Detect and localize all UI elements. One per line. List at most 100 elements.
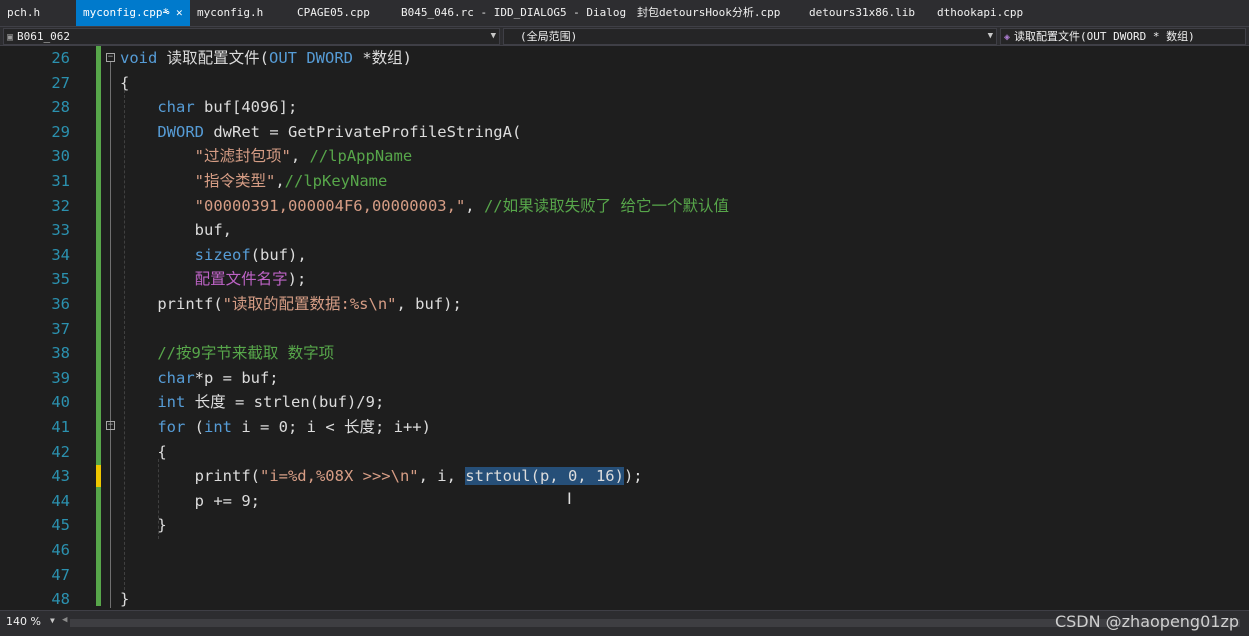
code-token: DWORD [157,122,204,141]
tab-label: B045_046.rc - IDD_DIALOG5 - Dialog [401,6,627,19]
code-token: char [157,98,195,117]
tab-detours-lib[interactable]: detours31x86.lib [802,0,930,26]
code-token: "指令类型" [194,172,276,190]
code-token: printf( [120,467,260,486]
navigation-bar: ▣ B061_062 ▼ (全局范围) ▼ ◈ 读取配置文件(OUT DWORD *… [0,26,1249,46]
line-number: 35 [51,270,70,289]
code-token: //lpKeyName [284,172,388,190]
code-token: 长度 = strlen(buf)/9; [185,393,385,412]
project-dropdown[interactable]: ▣ B061_062 ▼ [3,28,500,45]
code-token: int [157,393,186,412]
code-token: for [157,418,186,436]
code-line[interactable]: int 长度 = strlen(buf)/9; [120,390,384,415]
code-line[interactable]: "指令类型",//lpKeyName [120,169,388,194]
code-token: "过滤封包项" [194,147,291,166]
code-editor[interactable]: − − 26 void 读取配置文件(OUT DWORD *数组) 27 {28 ch… [0,46,1249,610]
scope-dropdown[interactable]: (全局范围) ▼ [503,28,997,45]
fold-toggle-icon[interactable]: − [106,53,115,62]
code-token: p += 9; [120,491,260,510]
code-line[interactable]: printf("读取的配置数据:%s\n", buf); [120,292,462,317]
line-number: 45 [51,516,70,535]
change-indicator-unsaved [96,465,101,487]
fold-range-line [110,62,111,608]
code-line[interactable]: } [120,587,129,610]
code-line[interactable]: p += 9; [120,489,260,514]
code-token: "i=%d,%08X >>>\n" [259,467,419,486]
code-token: , i, [418,467,466,486]
code-line[interactable]: "00000391,000004F6,00000003,", //如果读取失败了… [120,194,729,219]
code-token: buf, [120,221,232,240]
code-line[interactable]: printf("i=%d,%08X >>>\n", i, strtoul(p, … [120,464,643,489]
tab-label: myconfig.h [197,6,264,19]
zoom-level[interactable]: 140 % [6,615,41,628]
code-line[interactable]: void 读取配置文件(OUT DWORD *数组) [120,46,412,71]
code-token: , [290,147,310,166]
line-number: 46 [51,541,70,559]
code-line[interactable]: { [120,440,166,465]
code-token: char [157,368,195,387]
code-line[interactable]: char*p = buf; [120,366,278,391]
code-token: OUT [269,49,297,67]
chevron-down-icon: ▼ [987,31,993,41]
fold-toggle-icon[interactable]: − [106,421,115,430]
code-token: sizeof [194,245,251,264]
close-icon[interactable]: ✕ [176,0,183,26]
line-number: 28 [51,98,70,117]
pin-icon[interactable]: ⊸ [163,0,170,26]
code-token: "00000391,000004F6,00000003," [194,196,466,215]
selected-text: strtoul(p, 0, 16) [465,467,624,486]
tab-pch-h[interactable]: pch.h [0,0,76,26]
code-line[interactable]: char buf[4096]; [120,95,297,120]
tab-label: myconfig.cpp* [83,6,170,19]
code-token: ); [623,467,643,486]
project-icon: ▣ [7,32,14,43]
line-number: 27 [51,73,70,92]
tab-dthookapi-cpp[interactable]: dthookapi.cpp [930,0,1050,26]
line-number: 37 [51,319,70,338]
code-token: DWORD [306,49,354,67]
tab-b045-rc-dialog[interactable]: B045_046.rc - IDD_DIALOG5 - Dialog [394,0,630,26]
code-token: 配置文件名字 [194,270,288,289]
code-token: } [120,590,130,609]
code-token: //如果读取失败了 给它一个默认值 [483,196,729,215]
line-number: 44 [51,491,70,510]
code-token: //lpAppName [309,147,413,166]
code-line[interactable]: buf, [120,218,232,243]
code-token: 读取配置文件( [157,49,269,67]
tab-myconfig-h[interactable]: myconfig.h [190,0,290,26]
code-token: , [275,172,285,190]
line-number: 33 [51,221,70,240]
code-line[interactable]: sizeof(buf), [120,243,307,268]
code-line[interactable]: } [120,513,166,538]
tab-detourshook-cpp[interactable]: 封包detoursHook分析.cpp [630,0,802,26]
code-token: dwRet = GetPrivateProfileStringA( [204,122,522,141]
line-number: 48 [51,590,70,609]
code-line[interactable]: { [120,71,129,96]
member-dropdown[interactable]: ◈ 读取配置文件(OUT DWORD * 数组) [1000,28,1246,45]
project-label: B061_062 [17,30,71,43]
tab-cpage05-cpp[interactable]: CPAGE05.cpp [290,0,394,26]
code-line[interactable]: DWORD dwRet = GetPrivateProfileStringA( [120,120,521,145]
code-token: , buf); [396,295,462,313]
code-line[interactable]: "过滤封包项", //lpAppName [120,144,413,169]
code-token: buf[4096]; [194,98,298,117]
code-line[interactable]: for (int i = 0; i < 长度; i++) [120,415,431,440]
scroll-left-icon[interactable]: ◀ [62,615,67,625]
line-number: 32 [51,196,70,215]
chevron-down-icon[interactable]: ▼ [50,616,55,625]
document-tab-strip: pch.h myconfig.cpp* ⊸ ✕ myconfig.h CPAGE… [0,0,1249,26]
tab-myconfig-cpp[interactable]: myconfig.cpp* ⊸ ✕ [76,0,190,26]
line-number: 30 [51,147,70,166]
code-token: void [120,49,158,67]
line-number: 39 [51,368,70,387]
code-line[interactable]: //按9字节来截取 数字项 [120,341,334,366]
code-line[interactable]: 配置文件名字); [120,267,307,292]
